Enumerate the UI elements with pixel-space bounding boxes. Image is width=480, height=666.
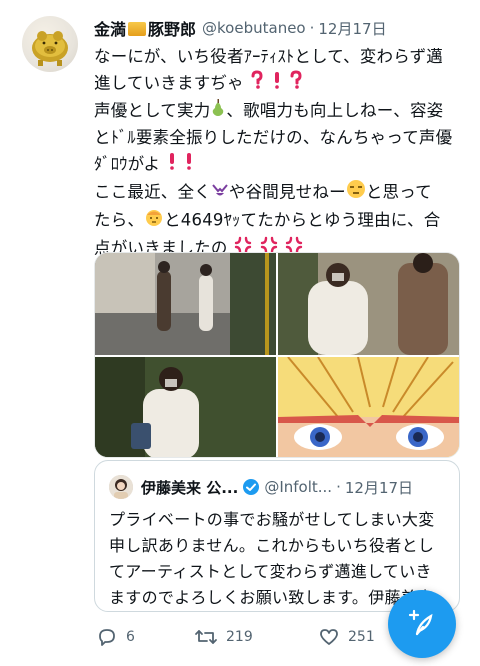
- tweet-line: ここ最近、全く や谷間見せねー と思って: [94, 179, 466, 207]
- quoted-text-line: てアーティストとして変わらず邁進していき: [109, 562, 432, 581]
- tweet-line-text: や谷間見せねー: [228, 182, 346, 201]
- tweet-header: 金満 豚野郎 @koebutaneo · 12月17日: [94, 14, 466, 42]
- tweet-line-text: ﾀﾞﾛｳがよ: [94, 154, 161, 173]
- quoted-tweet[interactable]: 伊藤美来 公... @Infolt... · 12月17日 プライベートの事でお…: [94, 460, 460, 612]
- photo-street-3[interactable]: [95, 357, 276, 457]
- tweet-body: 金満 豚野郎 @koebutaneo · 12月17日 なーにが、いち役者ｱｰﾃｨ…: [94, 14, 466, 263]
- exclamation-emoji-icon: [183, 151, 195, 179]
- pear-emoji-icon: [210, 98, 226, 125]
- tweet-line-text: ここ最近、全く: [94, 182, 211, 201]
- media-grid: [94, 252, 460, 458]
- quoted-author-handle[interactable]: @Infolt...: [264, 478, 332, 496]
- tweet-line-text: なーにが、いち役者ｱｰﾃｨｽﾄとして、変わらず邁: [94, 47, 443, 66]
- quoted-author-avatar[interactable]: [109, 475, 133, 499]
- tweet-line: 声優として実力 、歌唱力も向上しねー、容姿: [94, 98, 466, 125]
- bikini-emoji-icon: [211, 180, 229, 206]
- author-avatar[interactable]: [22, 16, 78, 72]
- quoted-tweet-header: 伊藤美来 公... @Infolt... · 12月17日: [109, 475, 413, 499]
- tweet-line-text: とﾄﾞﾙ要素全振りしただけの、なんちゃって声優: [94, 127, 453, 147]
- retweet-count: 219: [226, 629, 253, 645]
- person-emoji-icon: [144, 207, 164, 235]
- tweet-timestamp[interactable]: 12月17日: [318, 18, 386, 39]
- photo-street-2[interactable]: [278, 253, 459, 355]
- quoted-text-line: プライベートの事でお騒がせしてしまい大変: [109, 510, 435, 529]
- reply-icon: [96, 626, 126, 648]
- quoted-text-line: 申し訳ありません。これからもいち役者とし: [109, 536, 435, 555]
- photo-anime-eyes[interactable]: [278, 357, 459, 457]
- tweet-line-text: と4649ﾔｯてたからとゆう理由に、合: [164, 210, 441, 229]
- quoted-tweet-timestamp[interactable]: 12月17日: [345, 477, 413, 498]
- unamused-face-emoji-icon: [346, 179, 366, 207]
- author-name[interactable]: 金満 豚野郎: [94, 16, 196, 40]
- reply-button[interactable]: 6: [96, 626, 135, 648]
- money-bag-emoji-icon: [128, 22, 147, 36]
- tweet-line-text: 声優として実力: [94, 101, 211, 120]
- author-handle[interactable]: @koebutaneo: [202, 19, 306, 37]
- compose-button[interactable]: [388, 590, 456, 658]
- exclamation-emoji-icon: [166, 151, 178, 179]
- author-name-prefix: 金満: [94, 20, 127, 39]
- quoted-author-name[interactable]: 伊藤美来 公...: [141, 477, 238, 498]
- separator-dot: ·: [336, 478, 341, 496]
- tweet-line-text: 、歌唱力も向上しねー、容姿: [226, 101, 444, 120]
- tweet-line: たら、 と4649ﾔｯてたからとゆう理由に、合: [94, 207, 466, 235]
- tweet-line-text: 進していきますぢゃ: [94, 73, 244, 93]
- author-name-suffix: 豚野郎: [148, 20, 197, 39]
- tweet-actions: 6 219 251: [94, 626, 394, 656]
- exclamation-emoji-icon: [271, 70, 283, 98]
- compose-icon: [407, 609, 437, 639]
- retweet-icon: [194, 626, 226, 648]
- question-mark-emoji-icon: [288, 70, 304, 98]
- like-button[interactable]: 251: [318, 626, 375, 648]
- tweet-text: なーにが、いち役者ｱｰﾃｨｽﾄとして、変わらず邁 進していきますぢゃ 声優として…: [94, 44, 466, 263]
- question-mark-emoji-icon: [249, 70, 265, 98]
- reply-count: 6: [126, 629, 135, 645]
- tweet-line: 進していきますぢゃ: [94, 70, 466, 98]
- heart-icon: [318, 626, 348, 648]
- tweet-line: なーにが、いち役者ｱｰﾃｨｽﾄとして、変わらず邁: [94, 44, 466, 70]
- tweet-line-text: と思って: [365, 182, 432, 201]
- tweet-line: とﾄﾞﾙ要素全振りしただけの、なんちゃって声優: [94, 125, 466, 151]
- like-count: 251: [348, 629, 375, 645]
- tweet-line-text: たら、: [94, 210, 145, 229]
- separator-dot: ·: [309, 19, 315, 37]
- verified-badge-icon: [242, 478, 260, 496]
- retweet-button[interactable]: 219: [194, 626, 253, 648]
- photo-street-1[interactable]: [95, 253, 276, 355]
- tweet-line: ﾀﾞﾛｳがよ: [94, 151, 466, 179]
